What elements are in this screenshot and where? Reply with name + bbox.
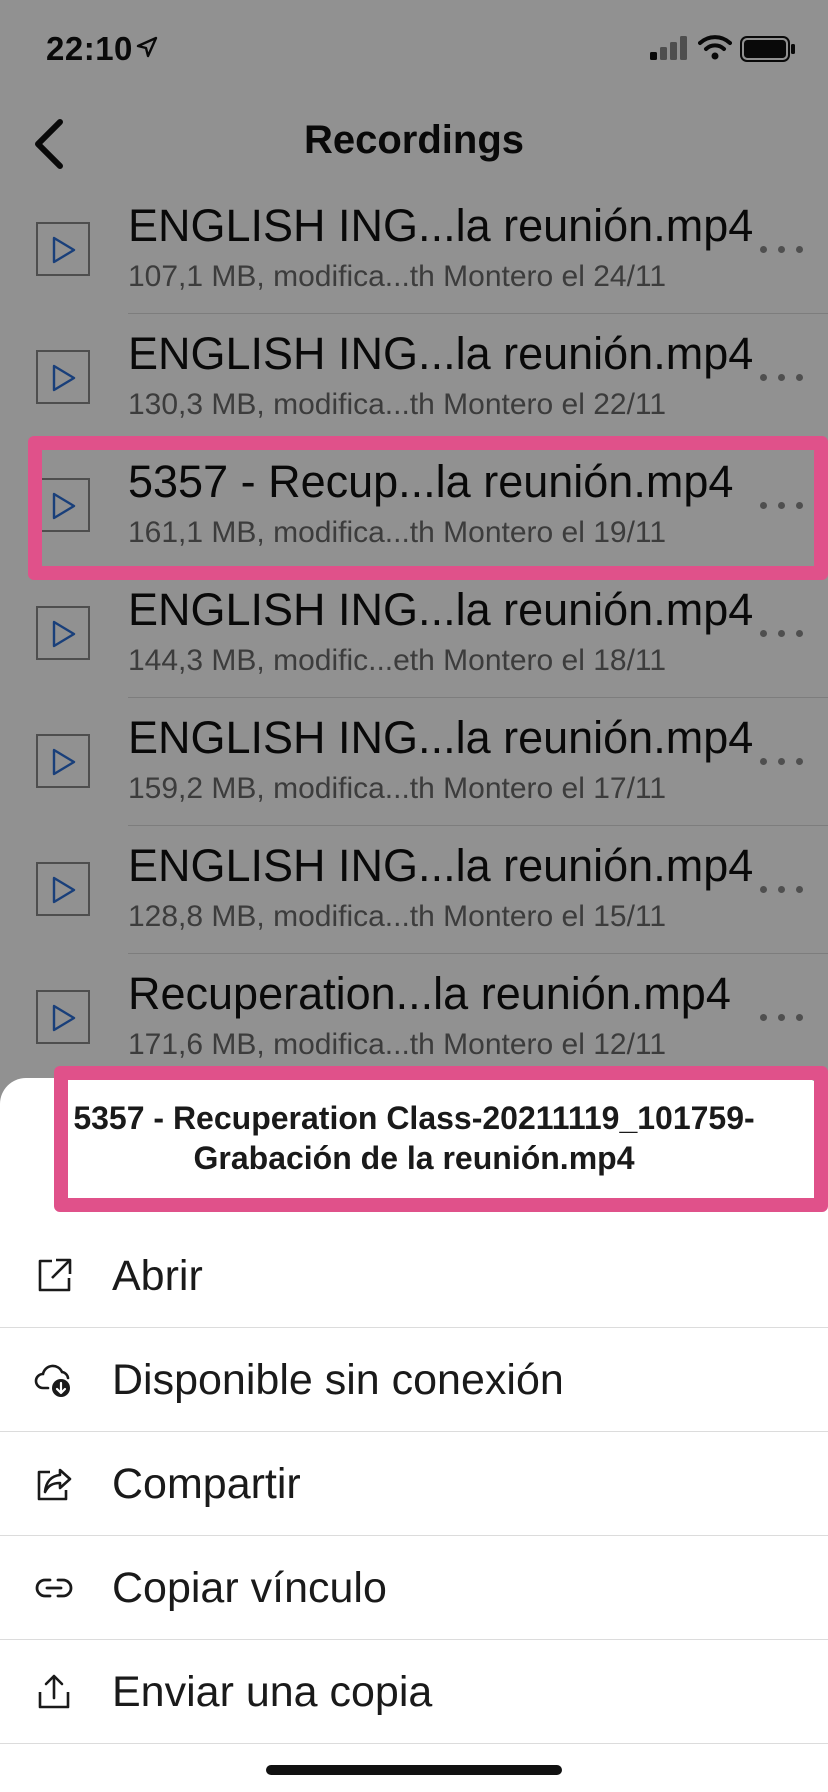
option-label: Abrir	[112, 1252, 203, 1300]
open-external-icon	[38, 1258, 72, 1292]
link-icon	[35, 1578, 73, 1598]
option-label: Enviar una copia	[112, 1668, 433, 1716]
option-divider	[0, 1743, 828, 1744]
home-indicator	[266, 1765, 562, 1775]
send-copy-icon	[38, 1674, 70, 1709]
highlight-sheet-file-name	[54, 1066, 828, 1212]
option-enviar-una-copia[interactable]: Enviar una copia	[0, 1640, 828, 1744]
option-label: Compartir	[112, 1460, 301, 1508]
option-label: Copiar vínculo	[112, 1564, 387, 1612]
option-disponible-sin-conexion[interactable]: Disponible sin conexión	[0, 1328, 828, 1432]
option-copiar-vinculo[interactable]: Copiar vínculo	[0, 1536, 828, 1640]
share-icon	[37, 1468, 72, 1501]
option-label: Disponible sin conexión	[112, 1356, 564, 1404]
app-screen: 22:10 Recordings ENGLISH ING...la reunió…	[0, 0, 828, 1792]
option-compartir[interactable]: Compartir	[0, 1432, 828, 1536]
highlight-selected-row	[28, 436, 828, 580]
option-abrir[interactable]: Abrir	[0, 1224, 828, 1328]
cloud-download-icon	[34, 1364, 70, 1397]
